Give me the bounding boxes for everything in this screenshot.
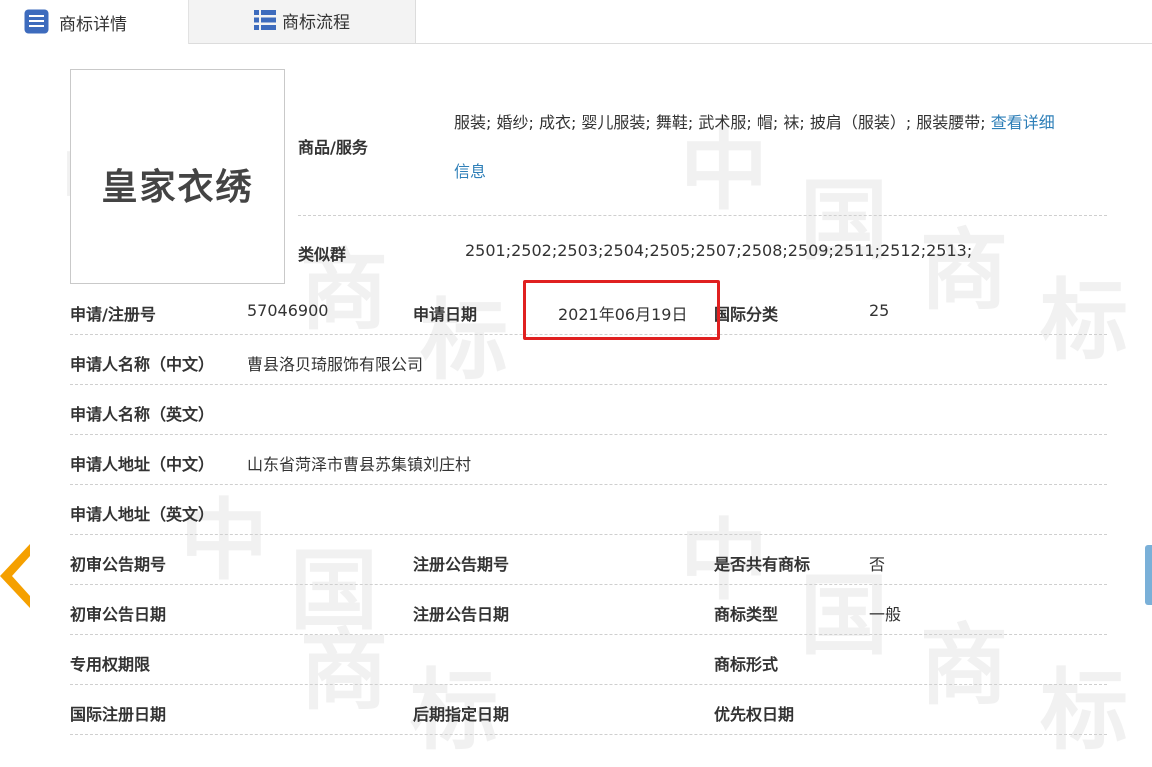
similar-group-value: 2501;2502;2503;2504;2505;2507;2508;2509;… xyxy=(465,241,973,260)
applicant-cn-label: 申请人名称（中文） xyxy=(70,355,215,374)
list-icon xyxy=(24,9,49,39)
prelim-no-label: 初审公告期号 xyxy=(70,555,167,574)
prev-arrow-inner xyxy=(12,556,30,596)
shared-value: 否 xyxy=(869,555,886,574)
tab-trademark-process[interactable]: 商标流程 xyxy=(189,0,416,43)
tm-form-label: 商标形式 xyxy=(714,655,779,674)
divider xyxy=(70,534,1107,535)
intl-class-label: 国际分类 xyxy=(714,305,779,324)
goods-label: 商品/服务 xyxy=(298,138,368,157)
address-cn-value: 山东省菏泽市曹县苏集镇刘庄村 xyxy=(247,455,472,474)
watermark-char: 商 xyxy=(920,613,1009,717)
view-detail-link-continued[interactable]: 信息 xyxy=(454,162,486,181)
view-detail-link[interactable]: 查看详细 xyxy=(991,113,1055,132)
divider xyxy=(70,434,1107,435)
watermark-char: 商 xyxy=(300,238,389,342)
address-cn-label: 申请人地址（中文） xyxy=(70,455,215,474)
divider xyxy=(70,684,1107,685)
address-en-label: 申请人地址（英文） xyxy=(70,505,215,524)
tm-type-value: 一般 xyxy=(869,605,902,624)
divider xyxy=(70,584,1107,585)
intl-reg-date-label: 国际注册日期 xyxy=(70,705,167,724)
reg-no-label: 申请/注册号 xyxy=(70,305,156,324)
tab-label: 商标详情 xyxy=(59,15,127,35)
next-handle[interactable] xyxy=(1145,545,1152,605)
applicant-cn-value: 曹县洛贝琦服饰有限公司 xyxy=(247,355,424,374)
trademark-image: 皇家衣绣 xyxy=(70,69,285,284)
grid-list-icon xyxy=(254,9,276,36)
intl-class-value: 25 xyxy=(869,301,890,320)
apply-date-label: 申请日期 xyxy=(413,305,478,324)
later-date-label: 后期指定日期 xyxy=(413,705,510,724)
watermark-char: 标 xyxy=(1040,268,1129,372)
watermark-char: 商 xyxy=(920,218,1009,322)
divider xyxy=(70,734,1107,735)
goods-value: 服装; 婚纱; 成衣; 婴儿服装; 舞鞋; 武术服; 帽; 袜; 披肩（服装）;… xyxy=(454,109,1055,133)
goods-value-line2: 信息 xyxy=(454,158,486,182)
priority-date-label: 优先权日期 xyxy=(714,705,795,724)
tm-type-label: 商标类型 xyxy=(714,605,779,624)
reg-pub-no-label: 注册公告期号 xyxy=(413,555,510,574)
similar-group-label: 类似群 xyxy=(298,245,347,264)
shared-label: 是否共有商标 xyxy=(714,555,811,574)
tab-trademark-detail[interactable]: 商标详情 xyxy=(0,0,189,44)
watermark-char: 标 xyxy=(1040,658,1129,762)
prelim-date-label: 初审公告日期 xyxy=(70,605,167,624)
divider xyxy=(70,484,1107,485)
trademark-logo-text: 皇家衣绣 xyxy=(101,167,254,208)
divider xyxy=(70,384,1107,385)
exclusive-term-label: 专用权期限 xyxy=(70,655,151,674)
highlight-box xyxy=(523,280,720,340)
divider xyxy=(298,215,1107,216)
goods-text: 服装; 婚纱; 成衣; 婴儿服装; 舞鞋; 武术服; 帽; 袜; 披肩（服装）;… xyxy=(454,113,991,132)
tab-label: 商标流程 xyxy=(282,13,350,33)
tab-bar: 商标详情 商标流程 xyxy=(0,0,1152,44)
watermark-char: 商 xyxy=(300,618,389,722)
applicant-en-label: 申请人名称（英文） xyxy=(70,405,215,424)
reg-no-value: 57046900 xyxy=(247,301,329,320)
reg-pub-date-label: 注册公告日期 xyxy=(413,605,510,624)
divider xyxy=(70,634,1107,635)
